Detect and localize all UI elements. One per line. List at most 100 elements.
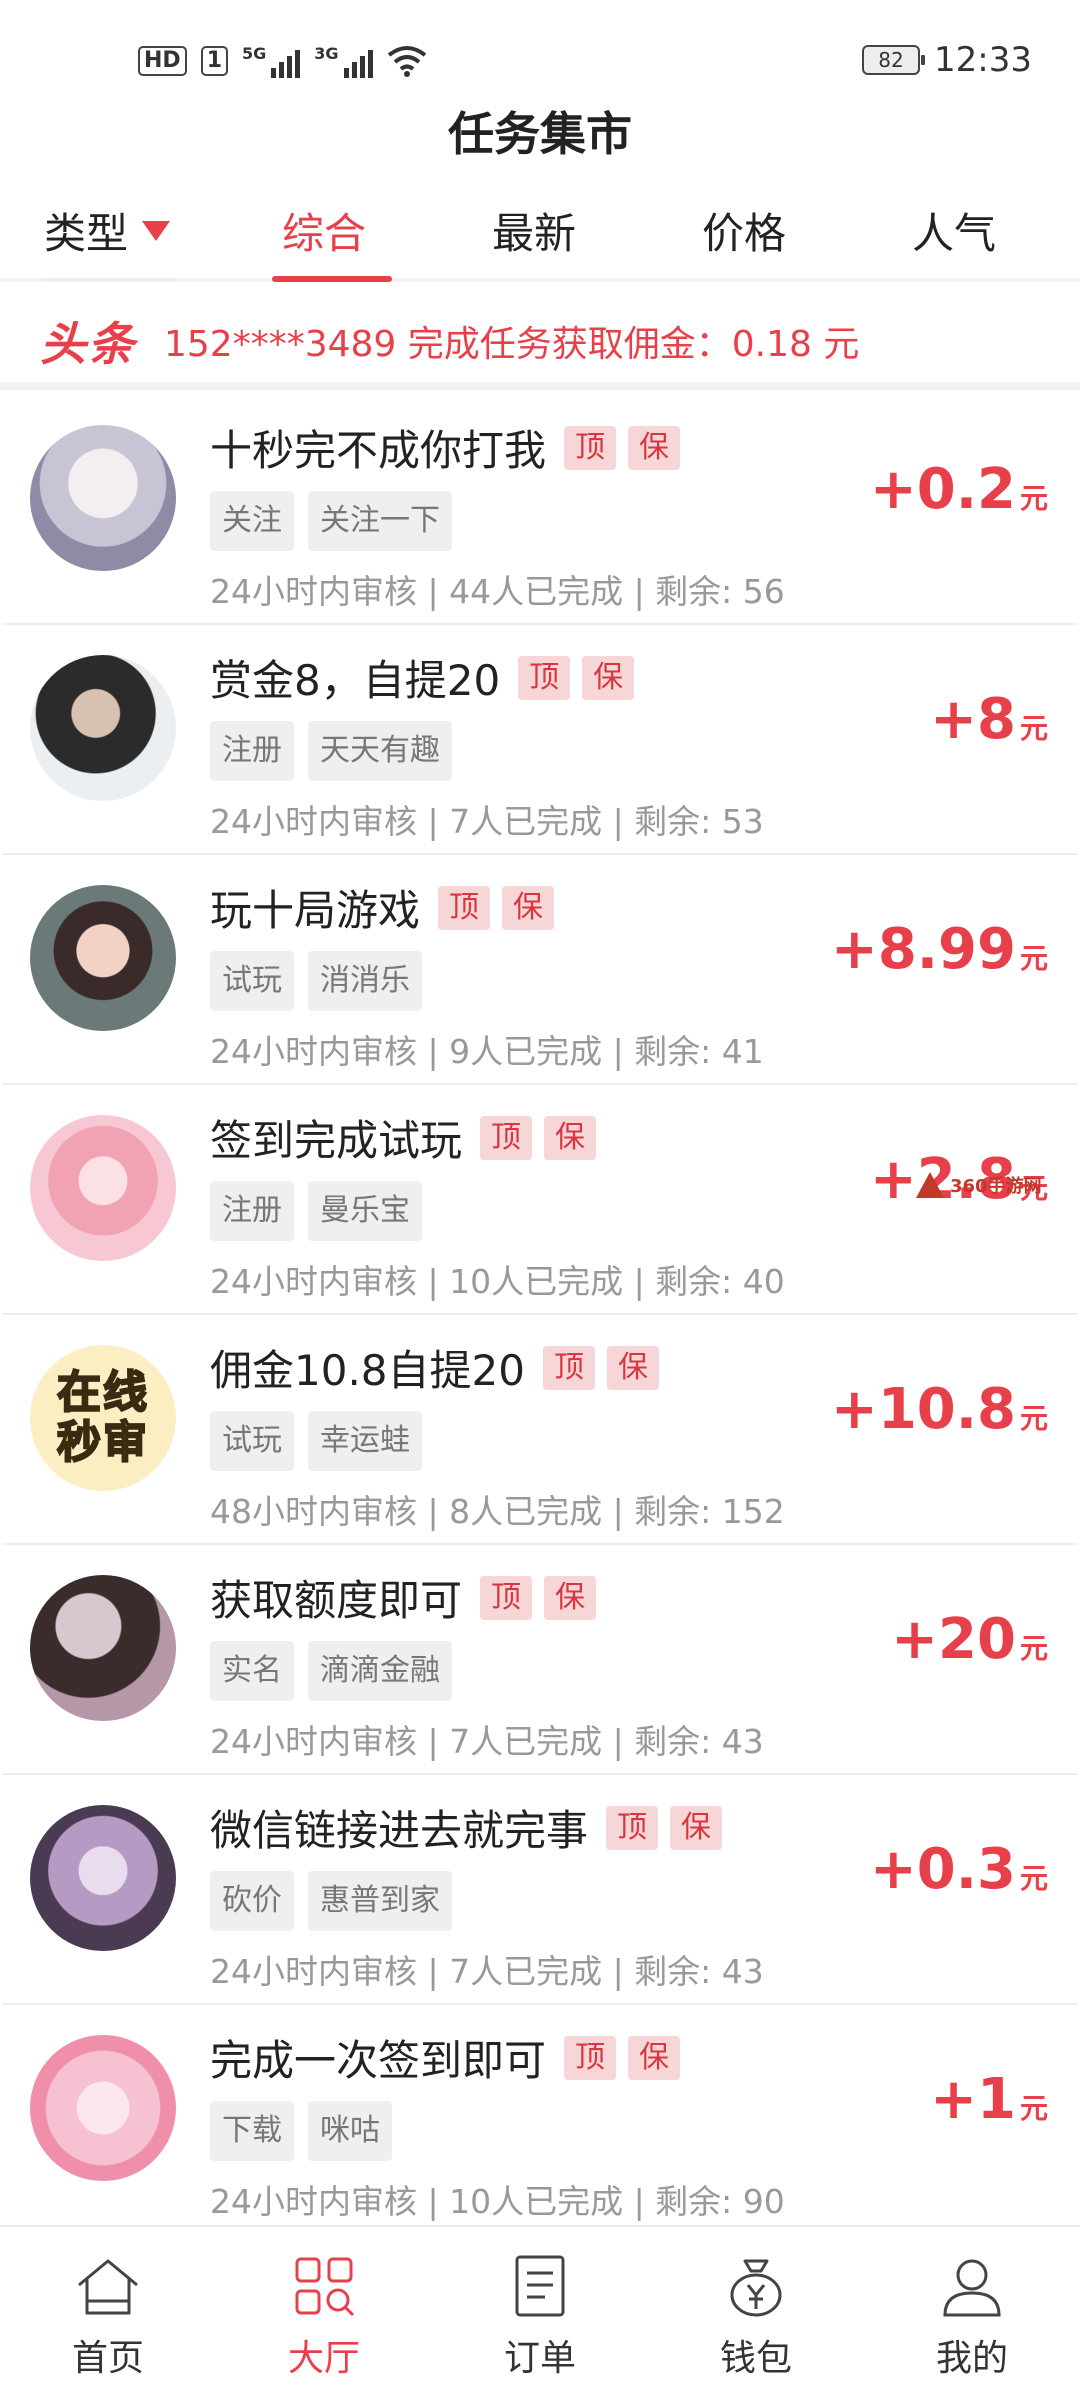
signal-5g-icon: 5G [242,44,301,78]
task-item[interactable]: 签到完成试玩 顶 保 注册 曼乐宝 24小时内审核 | 10人已完成 | 剩余:… [2,1085,1078,1315]
top-tag: 顶 [438,885,491,930]
top-tag: 顶 [480,1115,533,1160]
avatar: 在线 秒审 [30,1345,176,1491]
signal-3g-icon: 3G [314,44,373,78]
task-chips: 关注 关注一下 [210,491,452,551]
task-reward: +8.99 元 [831,917,1048,982]
type-filter-divider [44,278,176,281]
profile-icon [943,2259,1001,2317]
guarantee-tag: 保 [544,1115,597,1160]
battery-icon: 82 [862,45,926,75]
status-right: 82 12:33 [862,40,1032,80]
reward-unit: 元 [1019,942,1048,975]
task-meta: 48小时内审核 | 8人已完成 | 剩余: 152 [210,1492,785,1531]
top-tag: 顶 [480,1575,533,1620]
reward-amount: +20 [891,1607,1016,1672]
sim-icon: 1 [200,46,228,76]
task-item[interactable]: 玩十局游戏 顶 保 试玩 消消乐 24小时内审核 | 9人已完成 | 剩余: 4… [2,855,1078,1085]
task-category-chip: 试玩 [210,1411,294,1471]
task-app-chip: 滴滴金融 [308,1641,452,1701]
task-category-chip: 关注 [210,491,294,551]
avatar [30,425,176,571]
watermark: 360手游网 [916,1172,1042,1198]
task-reward: +20 元 [891,1607,1048,1672]
tab-comprehensive[interactable]: 综合 [282,200,366,261]
status-bar: HD 1 5G 3G 82 12:33 [0,0,1080,110]
task-app-chip: 咪咕 [308,2101,392,2161]
type-filter-dropdown[interactable]: 类型 [44,200,171,261]
nav-wallet[interactable]: 钱包 [648,2227,864,2400]
task-chips: 试玩 幸运蛙 [210,1411,422,1471]
task-reward: +10.8 元 [831,1377,1048,1442]
task-chips: 注册 曼乐宝 [210,1181,422,1241]
reward-amount: +10.8 [830,1377,1016,1442]
task-category-chip: 试玩 [210,951,294,1011]
caret-down-icon [142,220,171,241]
tab-popularity[interactable]: 人气 [912,200,996,261]
wallet-icon [730,2259,782,2317]
task-title: 赏金8，自提20 [210,656,501,705]
task-item[interactable]: 十秒完不成你打我 顶 保 关注 关注一下 24小时内审核 | 44人已完成 | … [2,395,1078,625]
avatar [30,1805,176,1951]
task-title: 获取额度即可 [210,1576,463,1625]
filter-tabs: 类型 综合 最新 价格 人气 [0,190,1080,282]
nav-orders[interactable]: 订单 [432,2227,648,2400]
task-title: 佣金10.8自提20 [210,1346,525,1395]
top-tag: 顶 [564,425,617,470]
task-meta: 24小时内审核 | 7人已完成 | 剩余: 53 [210,802,764,841]
avatar [30,885,176,1031]
top-tag: 顶 [606,1805,659,1850]
nav-hall[interactable]: 大厅 [216,2227,432,2400]
task-app-chip: 天天有趣 [308,721,452,781]
nav-wallet-label: 钱包 [719,2338,792,2379]
active-tab-indicator [272,276,392,282]
task-title-row: 完成一次签到即可 顶 保 [210,2027,681,2088]
task-category-chip: 注册 [210,721,294,781]
headline-ticker[interactable]: 头条 152****3489 完成任务获取佣金：0.18 元 [0,300,1080,390]
task-list: 十秒完不成你打我 顶 保 关注 关注一下 24小时内审核 | 44人已完成 | … [0,395,1080,2235]
headline-logo: 头条 [40,317,136,371]
task-meta: 24小时内审核 | 9人已完成 | 剩余: 41 [210,1032,764,1071]
top-tag: 顶 [542,1345,595,1390]
guarantee-tag: 保 [502,885,555,930]
reward-unit: 元 [1019,1862,1048,1895]
task-item[interactable]: 微信链接进去就完事 顶 保 砍价 惠普到家 24小时内审核 | 7人已完成 | … [2,1775,1078,2005]
task-title-row: 微信链接进去就完事 顶 保 [210,1797,723,1858]
guarantee-tag: 保 [582,655,635,700]
hd-icon: HD [138,46,187,76]
task-chips: 砍价 惠普到家 [210,1871,452,1931]
task-item[interactable]: 获取额度即可 顶 保 实名 滴滴金融 24小时内审核 | 7人已完成 | 剩余:… [2,1545,1078,1775]
top-tag: 顶 [518,655,571,700]
reward-amount: +1 [930,2067,1016,2132]
wifi-icon [387,46,426,77]
task-app-chip: 消消乐 [308,951,422,1011]
nav-profile[interactable]: 我的 [864,2227,1080,2400]
tab-price[interactable]: 价格 [702,200,786,261]
task-title-row: 玩十局游戏 顶 保 [210,877,555,938]
reward-amount: +0.3 [869,1837,1016,1902]
nav-home[interactable]: 首页 [0,2227,216,2400]
task-reward: +0.2 元 [870,457,1048,522]
reward-unit: 元 [1019,712,1048,745]
task-item[interactable]: 完成一次签到即可 顶 保 下载 咪咕 24小时内审核 | 10人已完成 | 剩余… [2,2005,1078,2235]
task-title: 十秒完不成你打我 [210,426,547,475]
task-meta: 24小时内审核 | 7人已完成 | 剩余: 43 [210,1722,764,1761]
task-title: 玩十局游戏 [210,886,421,935]
task-meta: 24小时内审核 | 10人已完成 | 剩余: 40 [210,1262,785,1301]
nav-home-label: 首页 [71,2338,144,2379]
task-title-row: 获取额度即可 顶 保 [210,1567,597,1628]
task-item[interactable]: 在线 秒审 佣金10.8自提20 顶 保 试玩 幸运蛙 48小时内审核 | 8人… [2,1315,1078,1545]
home-icon [78,2259,138,2315]
task-item[interactable]: 赏金8，自提20 顶 保 注册 天天有趣 24小时内审核 | 7人已完成 | 剩… [2,625,1078,855]
reward-unit: 元 [1019,482,1048,515]
nav-hall-label: 大厅 [287,2338,360,2379]
headline-text: 152****3489 完成任务获取佣金：0.18 元 [164,324,860,365]
watermark-logo-icon [916,1172,944,1198]
tab-latest[interactable]: 最新 [492,200,576,261]
guarantee-tag: 保 [670,1805,723,1850]
avatar [30,1115,176,1261]
reward-unit: 元 [1019,1632,1048,1665]
task-title: 微信链接进去就完事 [210,1806,589,1855]
order-icon [515,2255,565,2317]
task-chips: 实名 滴滴金融 [210,1641,452,1701]
